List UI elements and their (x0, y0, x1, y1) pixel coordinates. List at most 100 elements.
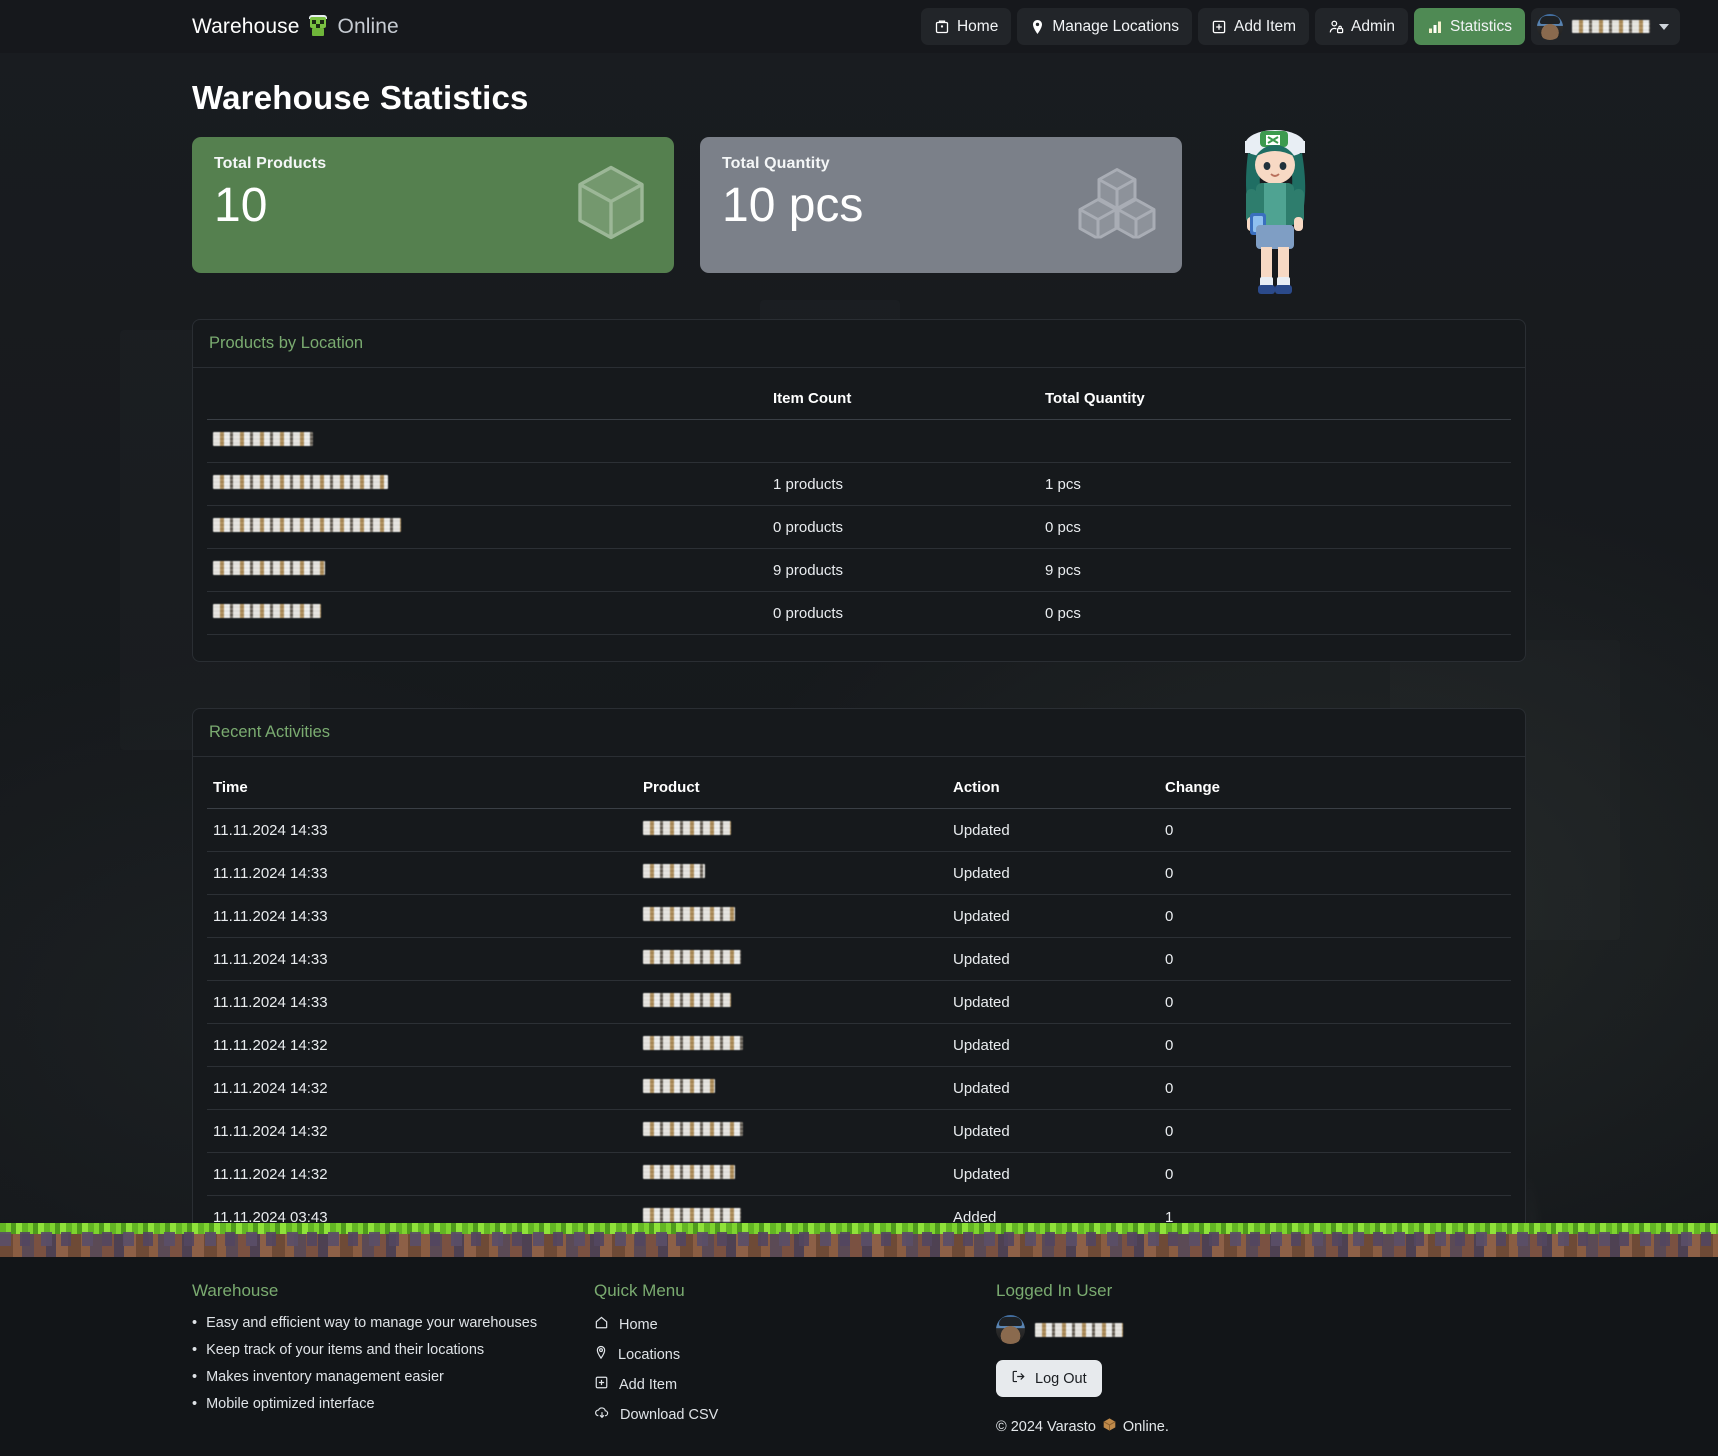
table-row: 11.11.2024 14:32Updated0 (207, 1110, 1511, 1153)
pixel-ground-divider (0, 1223, 1718, 1257)
main-content: Warehouse Statistics Total Products 10 T… (0, 53, 1718, 1223)
product-redacted (643, 907, 735, 921)
cell-change: 0 (1159, 1153, 1511, 1196)
nav-home-label: Home (957, 18, 998, 36)
list-item: Add Item (594, 1375, 996, 1394)
cell-action: Added (947, 1196, 1159, 1224)
col-total-quantity: Total Quantity (1039, 378, 1511, 420)
cell-product (637, 852, 947, 895)
quick-link-locations[interactable]: Locations (594, 1345, 680, 1364)
table-row (207, 420, 1511, 463)
table-row: 11.11.2024 14:32Updated0 (207, 1067, 1511, 1110)
quick-link-label: Home (619, 1317, 658, 1333)
user-lock-icon (1328, 19, 1344, 35)
product-redacted (643, 1122, 743, 1136)
footer-feature-list: • Easy and efficient way to manage your w… (192, 1315, 594, 1412)
footer: Warehouse •Easy and efficient way to man… (0, 1257, 1718, 1456)
cell-action: Updated (947, 981, 1159, 1024)
cell-change: 0 (1159, 1067, 1511, 1110)
cell-time: 11.11.2024 14:32 (207, 1110, 637, 1153)
username-redacted (1035, 1323, 1123, 1337)
pixel-girl-mascot (1220, 117, 1330, 312)
cell-product (637, 1110, 947, 1153)
cell-time: 11.11.2024 14:32 (207, 1067, 637, 1110)
cell-location (207, 592, 767, 635)
cell-time: 11.11.2024 14:32 (207, 1024, 637, 1067)
bullet: • (192, 1315, 197, 1331)
cube-icon (574, 164, 648, 247)
table-row: 11.11.2024 03:43Added1 (207, 1196, 1511, 1224)
bullet: • (192, 1342, 197, 1358)
product-redacted (643, 1165, 735, 1179)
cell-total-quantity: 0 pcs (1039, 592, 1511, 635)
map-pin-icon (1030, 19, 1045, 35)
cell-product (637, 1153, 947, 1196)
activities-table: Time Product Action Change 11.11.2024 14… (207, 767, 1511, 1223)
product-redacted (643, 821, 731, 835)
nav-add-item-button[interactable]: Add Item (1198, 8, 1309, 45)
col-item-count: Item Count (767, 378, 1039, 420)
cell-time: 11.11.2024 14:33 (207, 895, 637, 938)
cell-location (207, 506, 767, 549)
table-row: 0 products 0 pcs (207, 592, 1511, 635)
logout-button[interactable]: Log Out (996, 1360, 1102, 1397)
panel-title: Products by Location (193, 320, 1525, 368)
cell-total-quantity: 1 pcs (1039, 463, 1511, 506)
nav-home-button[interactable]: Home (921, 8, 1011, 45)
cell-product (637, 895, 947, 938)
product-redacted (643, 950, 741, 964)
nav-statistics-label: Statistics (1450, 18, 1512, 36)
cell-product (637, 1196, 947, 1224)
cell-item-count: 9 products (767, 549, 1039, 592)
recent-activities-panel: Recent Activities Time Product Action Ch… (192, 708, 1526, 1223)
product-redacted (643, 1208, 741, 1222)
avatar (996, 1315, 1025, 1344)
bar-chart-icon (1427, 19, 1443, 35)
col-action: Action (947, 767, 1159, 809)
cell-change: 0 (1159, 852, 1511, 895)
nav-manage-locations-label: Manage Locations (1052, 18, 1179, 36)
list-item-label: Easy and efficient way to manage your wa… (206, 1315, 537, 1331)
panel-title: Recent Activities (193, 709, 1525, 757)
user-menu-dropdown[interactable] (1531, 8, 1680, 45)
creeper-icon (308, 15, 330, 39)
brand[interactable]: Warehouse Online (192, 15, 399, 39)
cell-item-count: 1 products (767, 463, 1039, 506)
list-item: Home (594, 1315, 996, 1334)
cell-time: 11.11.2024 14:32 (207, 1153, 637, 1196)
plus-square-icon (594, 1375, 609, 1394)
logout-icon (1011, 1369, 1026, 1388)
home-box-icon (934, 19, 950, 35)
cell-action: Updated (947, 1024, 1159, 1067)
quick-link-add-item[interactable]: Add Item (594, 1375, 677, 1394)
cell-change: 0 (1159, 1110, 1511, 1153)
table-row: 11.11.2024 14:33Updated0 (207, 938, 1511, 981)
stat-card-total-quantity: Total Quantity 10 pcs (700, 137, 1182, 273)
list-item: •Makes inventory management easier (192, 1369, 594, 1385)
table-row: 11.11.2024 14:33Updated0 (207, 809, 1511, 852)
box-icon (1102, 1417, 1117, 1436)
cell-location (207, 463, 767, 506)
products-by-location-panel: Products by Location Item Count Total Qu… (192, 319, 1526, 662)
quick-link-download-csv[interactable]: Download CSV (594, 1405, 718, 1424)
navbar: Warehouse Online Home (0, 0, 1718, 53)
nav-add-item-label: Add Item (1234, 18, 1296, 36)
col-location (207, 378, 767, 420)
quick-link-label: Download CSV (620, 1407, 718, 1423)
username-redacted (1572, 20, 1650, 33)
nav-manage-locations-button[interactable]: Manage Locations (1017, 8, 1192, 45)
cell-product (637, 938, 947, 981)
footer-col-warehouse: Warehouse •Easy and efficient way to man… (192, 1281, 594, 1436)
cell-action: Updated (947, 852, 1159, 895)
cell-item-count: 0 products (767, 592, 1039, 635)
quick-link-home[interactable]: Home (594, 1315, 658, 1334)
footer-user-line (996, 1315, 1416, 1344)
nav-statistics-button[interactable]: Statistics (1414, 8, 1525, 45)
nav-admin-button[interactable]: Admin (1315, 8, 1408, 45)
cell-time: 11.11.2024 14:33 (207, 938, 637, 981)
cell-item-count: 0 products (767, 506, 1039, 549)
nav-admin-label: Admin (1351, 18, 1395, 36)
list-item-label: Keep track of your items and their locat… (206, 1342, 484, 1358)
list-item: Download CSV (594, 1405, 996, 1424)
cell-change: 0 (1159, 938, 1511, 981)
